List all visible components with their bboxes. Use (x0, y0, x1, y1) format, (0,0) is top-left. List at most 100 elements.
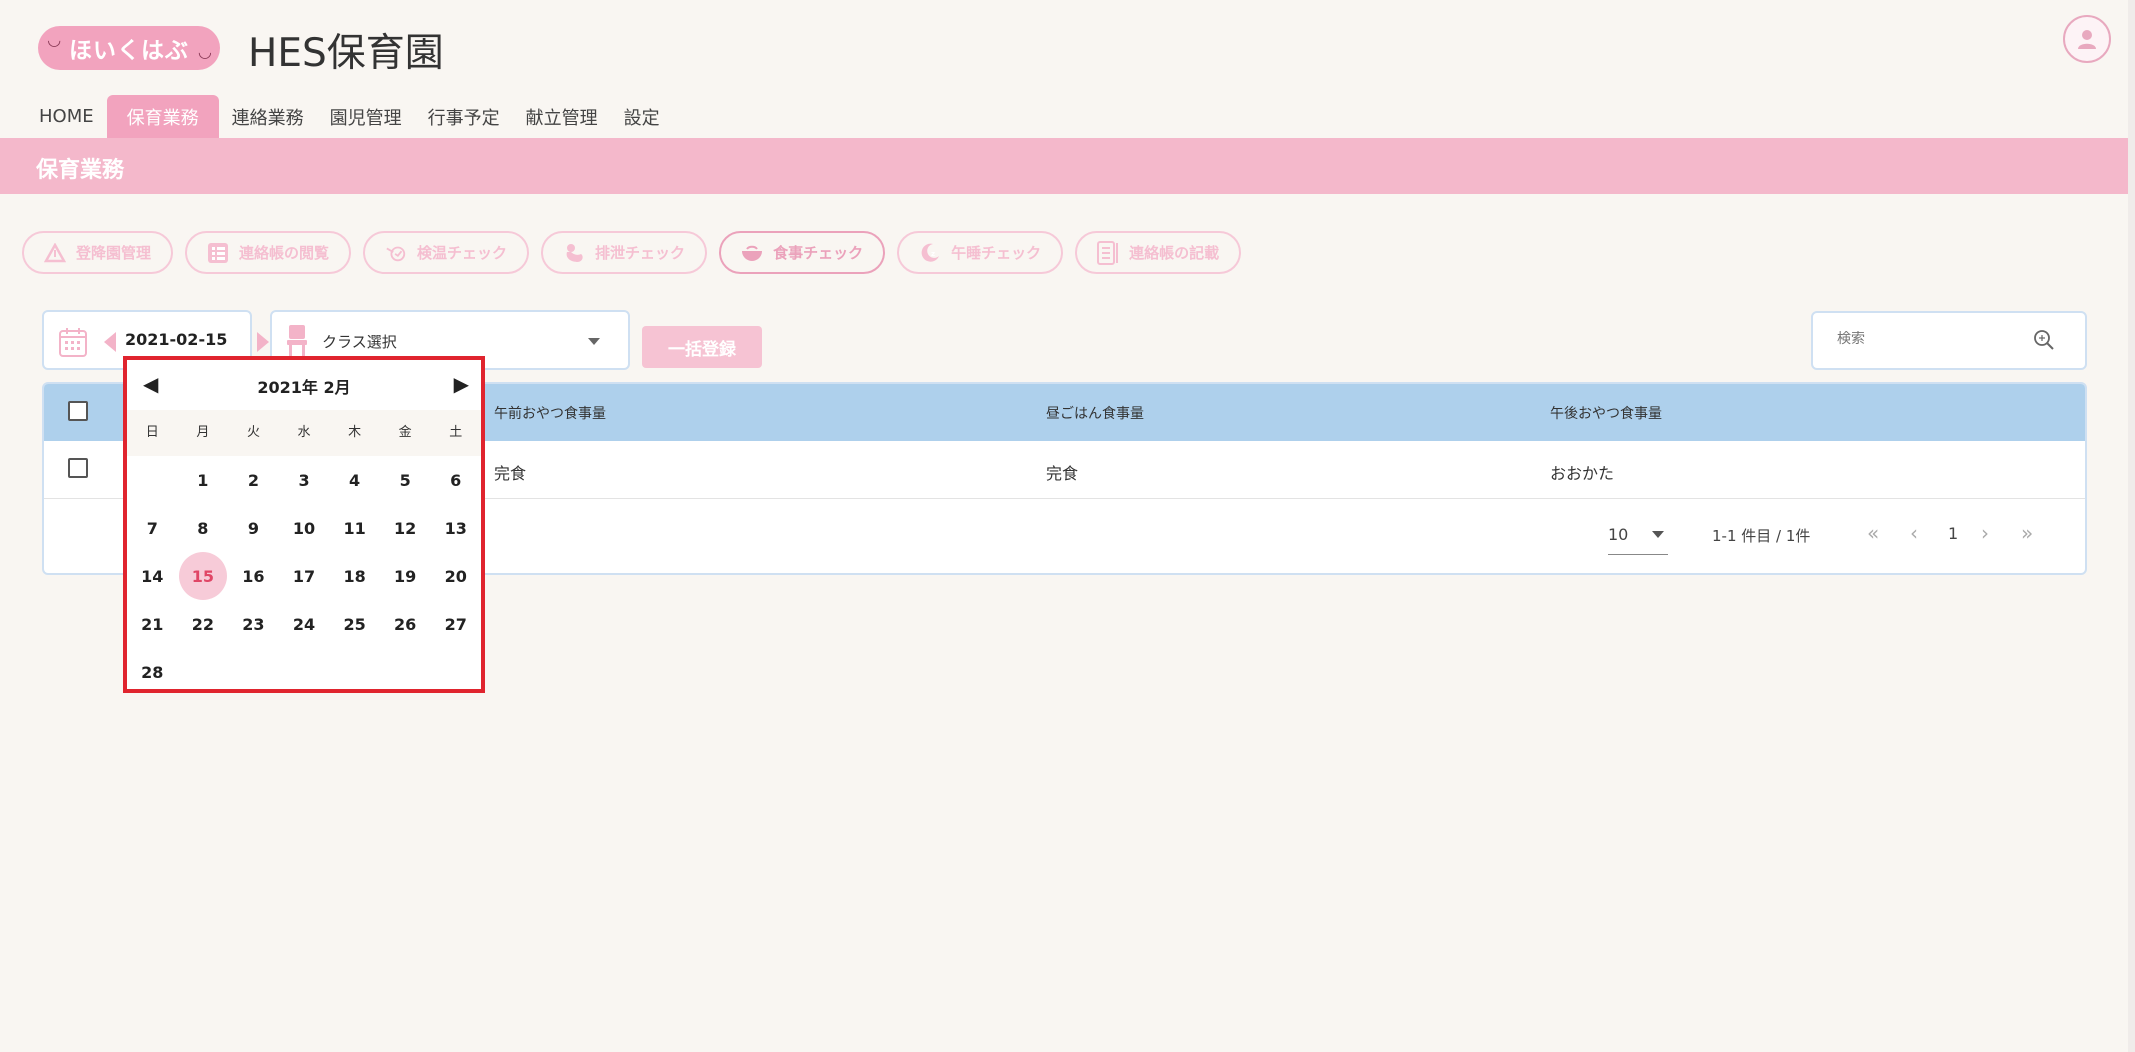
weekday-label: 月 (196, 425, 210, 440)
calendar-day[interactable]: 23 (228, 600, 279, 648)
prev-page-icon[interactable]: ‹ (1910, 521, 1918, 545)
sleep-icon: z (919, 242, 941, 264)
select-all-checkbox[interactable] (68, 401, 88, 421)
nav-tab-home[interactable]: HOME (26, 95, 107, 138)
logo-text: ほいくはぶ (69, 38, 189, 64)
calendar-week: 1 2 3 4 5 6 (127, 456, 481, 504)
calendar-day[interactable]: 12 (380, 504, 431, 552)
weekday-label: 水 (297, 425, 311, 440)
table-cell: おおかた (1550, 464, 1615, 483)
calendar-day[interactable]: 11 (329, 504, 380, 552)
calendar-icon[interactable] (58, 326, 88, 362)
meal-check-button[interactable]: 食事チェック (719, 231, 886, 274)
calendar-day-label: 1 (197, 470, 209, 490)
calendar-day-label: 12 (394, 518, 417, 538)
calendar-day[interactable]: 7 (127, 504, 178, 552)
calendar-day[interactable]: 5 (380, 456, 431, 504)
calendar-day-label: 17 (292, 566, 316, 586)
calendar-day-label: 25 (343, 614, 366, 634)
calendar-day-label: 26 (394, 614, 417, 634)
calendar-day-label: 6 (450, 470, 462, 490)
user-avatar-button[interactable] (2063, 15, 2111, 63)
calendar-grid: 1 2 3 4 5 6 7 8 9 10 11 12 13 14 15 16 17 18 19 20 21 22 23 24 2… (127, 456, 481, 696)
next-day-arrow-icon[interactable] (257, 332, 269, 352)
calendar-day[interactable]: 3 (279, 456, 330, 504)
nav-tab-childcare[interactable]: 保育業務 (106, 95, 219, 138)
calendar-day[interactable]: 20 (430, 552, 481, 600)
table-cell: 完食 (494, 464, 527, 483)
calendar-day[interactable]: 25 (329, 600, 380, 648)
calendar-day[interactable]: 8 (178, 504, 229, 552)
attendance-button[interactable]: 登降園管理 (22, 231, 174, 274)
thermometer-icon (385, 242, 407, 264)
current-page[interactable]: 1 (1948, 524, 1958, 543)
calendar-day[interactable]: 24 (279, 600, 330, 648)
nav-tab-contact[interactable]: 連絡業務 (219, 95, 317, 138)
calendar-day-label: 15 (178, 552, 227, 600)
prev-day-arrow-icon[interactable] (104, 332, 116, 352)
calendar-week: 21 22 23 24 25 26 27 (127, 600, 481, 648)
search-field[interactable] (1811, 311, 2087, 370)
calendar-day[interactable]: 14 (127, 552, 178, 600)
chevron-down-icon (1652, 531, 1664, 538)
next-month-icon[interactable]: ▶ (454, 372, 469, 396)
app-logo[interactable]: ◡ ほいくはぶ ◡ (38, 26, 220, 70)
nav-tab-events[interactable]: 行事予定 (415, 95, 513, 138)
search-icon[interactable] (2033, 329, 2055, 355)
list-icon (207, 242, 229, 264)
calendar-week: 7 8 9 10 11 12 13 (127, 504, 481, 552)
nav-tab-children[interactable]: 園児管理 (317, 95, 415, 138)
nap-check-button[interactable]: z 午睡チェック (897, 231, 1064, 274)
calendar-day[interactable]: 6 (430, 456, 481, 504)
calendar-day[interactable]: 19 (380, 552, 431, 600)
calendar-day-label: 18 (343, 566, 366, 586)
calendar-day-label: 10 (292, 518, 316, 538)
page-scrollbar[interactable] (2128, 0, 2135, 1052)
bulk-register-button[interactable]: 一括登録 (642, 326, 762, 368)
table-cell: 完食 (1046, 464, 1079, 483)
smile-icon: ◡ (48, 30, 62, 49)
calendar-empty-cell (329, 648, 380, 696)
write-notebook-label: 連絡帳の記載 (1129, 244, 1220, 262)
search-input[interactable] (1837, 331, 2027, 347)
column-header: 午前おやつ食事量 (494, 406, 606, 422)
calendar-day[interactable]: 1 (178, 456, 229, 504)
calendar-day[interactable]: 4 (329, 456, 380, 504)
site-title: HES保育園 (248, 31, 444, 76)
calendar-day-label: 22 (191, 614, 214, 634)
calendar-day[interactable]: 26 (380, 600, 431, 648)
view-notebook-button[interactable]: 連絡帳の閲覧 (185, 231, 352, 274)
calendar-day[interactable]: 22 (178, 600, 229, 648)
calendar-day[interactable]: 10 (279, 504, 330, 552)
calendar-day[interactable]: 28 (127, 648, 178, 696)
calendar-day[interactable]: 2 (228, 456, 279, 504)
calendar-day-label: 27 (444, 614, 467, 634)
calendar-day[interactable]: 13 (430, 504, 481, 552)
calendar-day-label: 19 (394, 566, 417, 586)
smile-icon: ◡ (198, 42, 212, 61)
calendar-day-label: 16 (242, 566, 265, 586)
nav-tab-settings[interactable]: 設定 (611, 95, 673, 138)
calendar-day[interactable]: 16 (228, 552, 279, 600)
calendar-day[interactable]: 9 (228, 504, 279, 552)
calendar-week: 14 15 16 17 18 19 20 (127, 552, 481, 600)
calendar-day[interactable]: 15 (178, 552, 229, 600)
last-page-icon[interactable]: » (2021, 521, 2033, 545)
svg-text:z: z (931, 250, 935, 258)
temperature-check-button[interactable]: 検温チェック (363, 231, 530, 274)
calendar-day[interactable]: 21 (127, 600, 178, 648)
per-page-select[interactable]: 10 (1608, 521, 1668, 555)
calendar-day[interactable]: 27 (430, 600, 481, 648)
next-page-icon[interactable]: › (1981, 521, 1989, 545)
first-page-icon[interactable]: « (1867, 521, 1879, 545)
calendar-day-label: 23 (242, 614, 265, 634)
row-checkbox[interactable] (68, 458, 88, 478)
calendar-day[interactable]: 17 (279, 552, 330, 600)
write-notebook-button[interactable]: 連絡帳の記載 (1075, 231, 1242, 274)
nap-check-label: 午睡チェック (951, 244, 1042, 262)
calendar-day-label: 9 (247, 518, 259, 538)
nav-tab-menu[interactable]: 献立管理 (513, 95, 611, 138)
calendar-day[interactable]: 18 (329, 552, 380, 600)
temperature-check-label: 検温チェック (417, 244, 508, 262)
toilet-check-button[interactable]: 排泄チェック (541, 231, 708, 274)
